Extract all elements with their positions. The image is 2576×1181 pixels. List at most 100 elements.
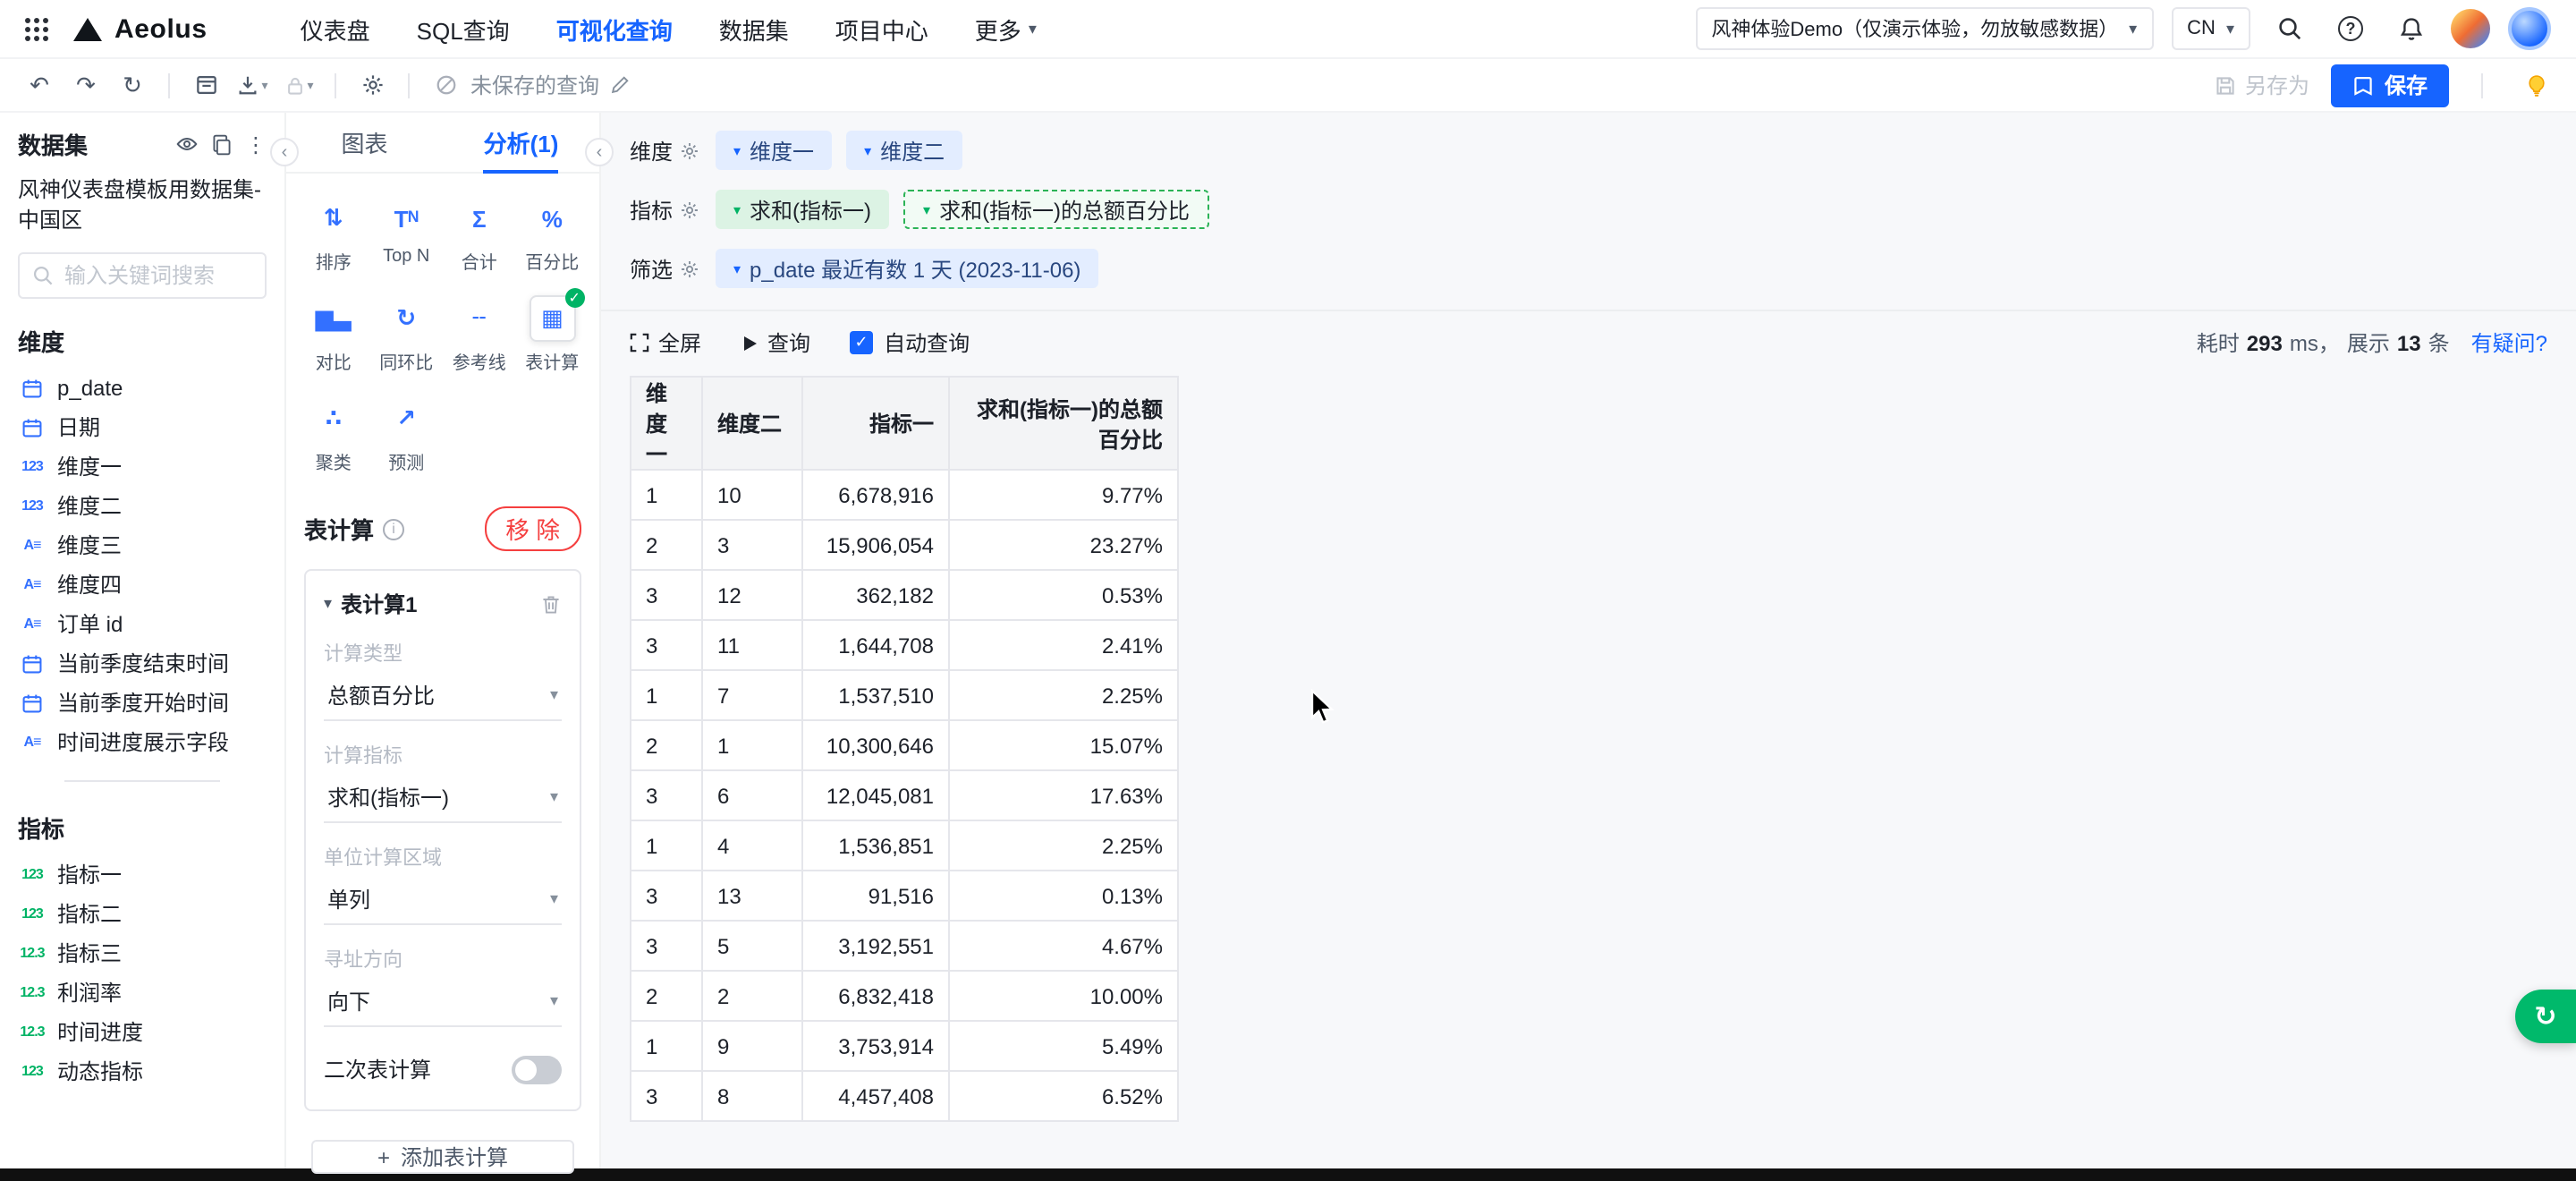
gear-icon[interactable]	[680, 259, 699, 278]
save-as-button[interactable]: 另存为	[2215, 70, 2309, 100]
field-item[interactable]: A≡时间进度展示字段	[18, 723, 267, 762]
field-item[interactable]: p_date	[18, 369, 267, 408]
calc-field-select[interactable]: 单列▾	[324, 877, 562, 925]
calc-field-select[interactable]: 向下▾	[324, 979, 562, 1027]
help-link[interactable]: 有疑问?	[2471, 327, 2547, 358]
analysis-tool-2[interactable]: Σ合计	[443, 195, 516, 274]
help-icon[interactable]: ?	[2329, 7, 2372, 50]
column-header[interactable]: 维度一	[631, 377, 702, 470]
query-chip[interactable]: ▾求和(指标一)的总额百分比	[903, 190, 1209, 229]
save-button[interactable]: 保存	[2331, 64, 2449, 106]
analysis-tool-1[interactable]: TᴺTop N	[370, 195, 444, 274]
collapse-panel-button[interactable]: ‹	[585, 138, 614, 166]
secondary-calc-toggle[interactable]	[512, 1055, 562, 1083]
field-item[interactable]: 当前季度开始时间	[18, 684, 267, 723]
redo-icon[interactable]: ↷	[64, 65, 107, 105]
dimensions-section-title: 维度	[18, 324, 267, 358]
analysis-tool-0[interactable]: ⇅排序	[297, 195, 370, 274]
field-item[interactable]: 123维度一	[18, 447, 267, 487]
auto-query-checkbox[interactable]: ✓ 自动查询	[850, 327, 970, 358]
nav-item-3[interactable]: 数据集	[719, 12, 789, 46]
download-icon[interactable]: ▾	[231, 65, 274, 105]
nav-item-1[interactable]: SQL查询	[417, 12, 510, 46]
analysis-tool-7[interactable]: ▦✓表计算	[516, 295, 589, 374]
more-kebab-icon[interactable]: ⋮	[245, 132, 267, 157]
field-item[interactable]: 123维度二	[18, 487, 267, 526]
nav-item-5[interactable]: 更多▾	[975, 12, 1037, 46]
gear-icon[interactable]	[680, 200, 699, 219]
analysis-tool-9[interactable]: ↗预测	[370, 395, 444, 474]
collapse-sidebar-button[interactable]: ‹	[270, 138, 299, 166]
undo-icon[interactable]: ↶	[18, 65, 61, 105]
cell: 3,192,551	[802, 921, 949, 971]
edit-pencil-icon[interactable]	[610, 75, 630, 95]
language-selector[interactable]: CN ▾	[2171, 7, 2250, 50]
settings-gear-icon[interactable]	[351, 65, 394, 105]
field-item[interactable]: 123指标一	[18, 855, 267, 895]
field-item[interactable]: A≡订单 id	[18, 605, 267, 644]
info-icon[interactable]: i	[383, 518, 404, 540]
query-chip[interactable]: ▾维度一	[716, 131, 832, 170]
result-table-header-row: 维度一维度二指标一求和(指标一)的总额百分比	[631, 377, 1178, 470]
preview-sql-icon[interactable]	[184, 65, 227, 105]
tab-chart[interactable]: 图表	[286, 113, 443, 172]
column-header[interactable]: 求和(指标一)的总额百分比	[949, 377, 1178, 470]
refresh-icon[interactable]: ↻	[111, 65, 154, 105]
visibility-eye-icon[interactable]	[175, 132, 199, 156]
column-header[interactable]: 维度二	[702, 377, 802, 470]
notifications-bell-icon[interactable]	[2390, 7, 2433, 50]
field-item[interactable]: 12.3利润率	[18, 973, 267, 1013]
remove-table-calc-button[interactable]: 移 除	[484, 506, 581, 551]
tool-icon: Σ	[456, 195, 503, 242]
nav-item-4[interactable]: 项目中心	[835, 12, 928, 46]
assistant-fab[interactable]: ↻	[2515, 990, 2576, 1043]
lock-icon[interactable]: ▾	[277, 65, 320, 105]
field-item[interactable]: A≡维度四	[18, 565, 267, 605]
table-calc-title-text: 表计算	[304, 512, 374, 546]
divider	[2481, 72, 2483, 98]
field-item[interactable]: 12.3指标三	[18, 934, 267, 973]
chevron-down-icon: ▾	[550, 685, 558, 705]
fullscreen-button[interactable]: 全屏	[630, 327, 701, 358]
field-label: 当前季度开始时间	[57, 688, 229, 718]
field-item[interactable]: 123动态指标	[18, 1052, 267, 1092]
field-label: 时间进度	[57, 1017, 143, 1048]
tips-bulb-icon[interactable]	[2515, 64, 2558, 106]
query-chip[interactable]: ▾p_date 最近有数 1 天 (2023-11-06)	[716, 249, 1098, 288]
query-chip[interactable]: ▾维度二	[846, 131, 962, 170]
analysis-tool-3[interactable]: %百分比	[516, 195, 589, 274]
table-calc-card-header[interactable]: ▾ 表计算1	[324, 589, 562, 619]
nav-item-2[interactable]: 可视化查询	[556, 12, 673, 46]
nav-item-0[interactable]: 仪表盘	[301, 12, 370, 46]
field-item[interactable]: A≡维度三	[18, 526, 267, 565]
field-item[interactable]: 12.3时间进度	[18, 1013, 267, 1052]
calc-field-select[interactable]: 求和(指标一)▾	[324, 775, 562, 823]
add-table-calc-button[interactable]: + 添加表计算	[311, 1140, 574, 1174]
analysis-tool-5[interactable]: ↻同环比	[370, 295, 444, 374]
column-header[interactable]: 指标一	[802, 377, 949, 470]
app-launcher-icon[interactable]	[25, 17, 48, 40]
assistant-avatar[interactable]	[2508, 7, 2551, 50]
gear-icon[interactable]	[680, 140, 699, 160]
dataset-doc-icon[interactable]	[211, 133, 233, 155]
workspace-selector[interactable]: 风神体验Demo（仅演示体验，勿放敏感数据） ▾	[1695, 7, 2153, 50]
field-search-input[interactable]	[64, 263, 252, 288]
trash-icon[interactable]	[540, 593, 562, 615]
analysis-tools-grid: ⇅排序TᴺTop NΣ合计%百分比 ▆▃对比↻同环比╌参考线▦✓表计算 ∴聚类↗预测	[286, 174, 599, 492]
analysis-tool-4[interactable]: ▆▃对比	[297, 295, 370, 374]
search-icon[interactable]	[2268, 7, 2311, 50]
query-chip[interactable]: ▾求和(指标一)	[716, 190, 889, 229]
editor-toolbar: ↶ ↷ ↻ ▾ ▾ 未保存的查询	[0, 59, 2576, 113]
tab-analysis[interactable]: 分析(1)	[443, 113, 599, 172]
chips: ▾p_date 最近有数 1 天 (2023-11-06)	[716, 249, 1098, 288]
logo[interactable]: Aeolus	[73, 13, 208, 44]
analysis-tool-8[interactable]: ∴聚类	[297, 395, 370, 474]
field-item[interactable]: 日期	[18, 408, 267, 447]
calc-field-label: 寻址方向	[324, 945, 562, 973]
run-query-button[interactable]: 查询	[741, 327, 810, 358]
calc-field-select[interactable]: 总额百分比▾	[324, 673, 562, 721]
field-item[interactable]: 123指标二	[18, 895, 267, 934]
field-item[interactable]: 当前季度结束时间	[18, 644, 267, 684]
analysis-tool-6[interactable]: ╌参考线	[443, 295, 516, 374]
user-avatar[interactable]	[2451, 9, 2490, 48]
